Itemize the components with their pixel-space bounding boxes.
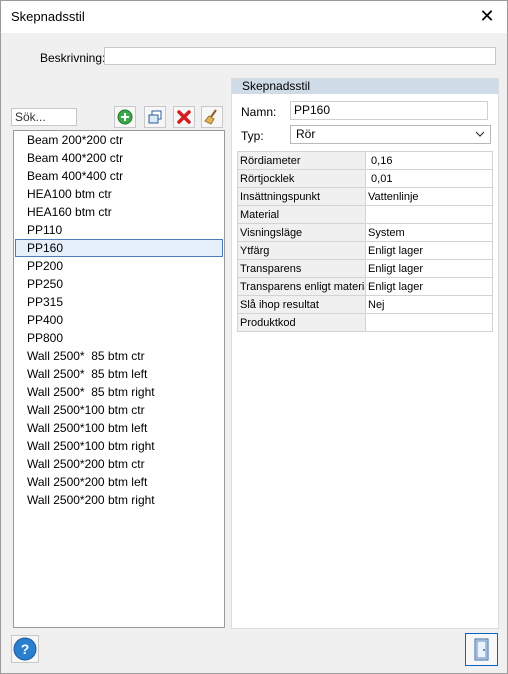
property-value[interactable]: Enligt lager <box>365 277 493 296</box>
style-list-item[interactable]: PP160 <box>15 239 223 257</box>
chevron-down-icon <box>475 131 485 137</box>
style-list-item[interactable]: Wall 2500*100 btm left <box>15 419 223 437</box>
property-key: Slå ihop resultat <box>237 295 366 314</box>
style-list-item[interactable]: PP400 <box>15 311 223 329</box>
property-value[interactable] <box>365 313 493 332</box>
style-list-item[interactable]: PP200 <box>15 257 223 275</box>
style-list-item[interactable]: HEA100 btm ctr <box>15 185 223 203</box>
window-title: Skepnadsstil <box>11 9 85 24</box>
property-row[interactable]: Rördiameter 0,16 <box>237 151 493 170</box>
property-key: Transparens enligt material <box>237 277 366 296</box>
property-key: Rörtjocklek <box>237 169 366 188</box>
property-value[interactable]: Enligt lager <box>365 259 493 278</box>
style-list-item[interactable]: Wall 2500* 85 btm ctr <box>15 347 223 365</box>
copy-style-button[interactable] <box>144 106 166 128</box>
property-row[interactable]: Rörtjocklek 0,01 <box>237 169 493 188</box>
style-list-item[interactable]: PP110 <box>15 221 223 239</box>
style-list-item[interactable]: Beam 200*200 ctr <box>15 131 223 149</box>
exit-button[interactable] <box>465 633 498 666</box>
style-list-item[interactable]: Wall 2500* 85 btm left <box>15 365 223 383</box>
delete-icon <box>177 110 191 124</box>
property-row[interactable]: Slå ihop resultat Nej <box>237 295 493 314</box>
add-style-button[interactable] <box>114 106 136 128</box>
style-list-item[interactable]: Wall 2500*100 btm right <box>15 437 223 455</box>
property-value[interactable]: 0,16 <box>365 151 493 170</box>
style-properties-panel: Skepnadsstil Namn: PP160 Typ: Rör Rördia… <box>231 78 499 629</box>
style-list-item[interactable]: PP315 <box>15 293 223 311</box>
name-label: Namn: <box>241 105 277 119</box>
type-value: Rör <box>296 127 316 141</box>
property-row[interactable]: Transparens Enligt lager <box>237 259 493 278</box>
style-list-item[interactable]: Wall 2500*200 btm ctr <box>15 455 223 473</box>
broom-icon <box>204 109 217 125</box>
style-list-item[interactable]: Wall 2500*200 btm right <box>15 491 223 509</box>
search-input[interactable] <box>11 108 77 126</box>
close-icon[interactable]: ✕ <box>477 6 497 26</box>
dialog-window: Skepnadsstil ✕ Beskrivning: Beam 200*200… <box>0 0 508 674</box>
property-row[interactable]: Material <box>237 205 493 224</box>
type-select[interactable]: Rör <box>290 125 491 144</box>
type-label: Typ: <box>241 129 264 143</box>
description-input[interactable] <box>104 47 496 65</box>
property-grid: Rördiameter 0,16 Rörtjocklek 0,01 Insättni… <box>237 151 493 332</box>
property-row[interactable]: Ytfärg Enligt lager <box>237 241 493 260</box>
property-key: Material <box>237 205 366 224</box>
style-list-item[interactable]: Wall 2500*100 btm ctr <box>15 401 223 419</box>
style-list-item[interactable]: Wall 2500*200 btm left <box>15 473 223 491</box>
property-row[interactable]: Transparens enligt material Enligt lager <box>237 277 493 296</box>
property-value[interactable] <box>365 205 493 224</box>
property-key: Produktkod <box>237 313 366 332</box>
property-value[interactable]: Nej <box>365 295 493 314</box>
svg-text:?: ? <box>21 641 30 657</box>
property-value[interactable]: 0,01 <box>365 169 493 188</box>
panel-header: Skepnadsstil <box>232 79 498 94</box>
property-key: Insättningspunkt <box>237 187 366 206</box>
help-icon: ? <box>13 637 37 661</box>
style-list-item[interactable]: Beam 400*200 ctr <box>15 149 223 167</box>
clean-styles-button[interactable] <box>201 106 223 128</box>
door-exit-icon <box>474 638 489 661</box>
property-key: Rördiameter <box>237 151 366 170</box>
name-input[interactable]: PP160 <box>290 101 488 120</box>
property-value[interactable]: Enligt lager <box>365 241 493 260</box>
style-list[interactable]: Beam 200*200 ctr Beam 400*200 ctr Beam 400… <box>13 130 225 628</box>
style-list-item[interactable]: Wall 2500* 85 btm right <box>15 383 223 401</box>
copy-icon <box>148 110 162 124</box>
property-key: Ytfärg <box>237 241 366 260</box>
property-row[interactable]: Produktkod <box>237 313 493 332</box>
help-button[interactable]: ? <box>11 635 39 663</box>
style-list-item[interactable]: PP800 <box>15 329 223 347</box>
description-label: Beskrivning: <box>40 51 106 65</box>
property-key: Visningsläge <box>237 223 366 242</box>
style-list-item[interactable]: HEA160 btm ctr <box>15 203 223 221</box>
title-bar: Skepnadsstil ✕ <box>1 1 507 33</box>
property-row[interactable]: Visningsläge System <box>237 223 493 242</box>
property-key: Transparens <box>237 259 366 278</box>
style-list-item[interactable]: PP250 <box>15 275 223 293</box>
style-list-item[interactable]: Beam 400*400 ctr <box>15 167 223 185</box>
property-value[interactable]: System <box>365 223 493 242</box>
delete-style-button[interactable] <box>173 106 195 128</box>
property-row[interactable]: Insättningspunkt Vattenlinje <box>237 187 493 206</box>
add-icon <box>117 109 133 125</box>
property-value[interactable]: Vattenlinje <box>365 187 493 206</box>
